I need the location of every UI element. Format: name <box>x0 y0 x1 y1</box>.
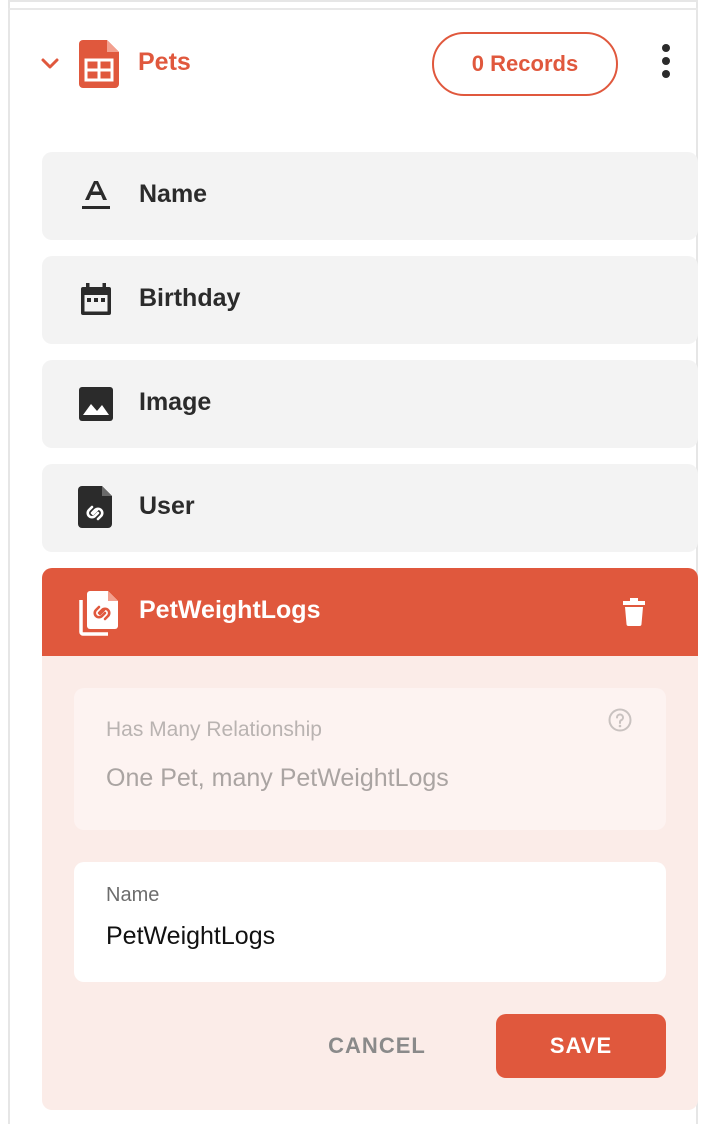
chevron-down-icon[interactable] <box>40 54 60 74</box>
field-item-user[interactable]: User <box>42 464 698 552</box>
divider <box>8 8 698 10</box>
field-editor-header[interactable]: PetWeightLogs <box>42 568 698 656</box>
image-icon <box>79 387 113 421</box>
records-count-button[interactable]: 0 Records <box>432 32 618 96</box>
name-field-label: Name <box>106 884 160 906</box>
field-label: Image <box>139 388 212 416</box>
field-label: PetWeightLogs <box>139 596 321 624</box>
trash-icon[interactable] <box>622 598 646 626</box>
relationship-value: One Pet, many PetWeightLogs <box>106 764 449 792</box>
help-icon[interactable] <box>608 708 632 732</box>
table-title: Pets <box>138 48 191 76</box>
field-item-name[interactable]: Name <box>42 152 698 240</box>
field-label: User <box>139 492 195 520</box>
field-item-image[interactable]: Image <box>42 360 698 448</box>
calendar-icon <box>81 283 111 315</box>
field-item-birthday[interactable]: Birthday <box>42 256 698 344</box>
relationship-type-field: Has Many Relationship One Pet, many PetW… <box>74 688 666 830</box>
name-field[interactable]: Name PetWeightLogs <box>74 862 666 982</box>
table-icon <box>79 40 119 88</box>
field-label: Birthday <box>139 284 241 312</box>
cancel-button[interactable]: CANCEL <box>312 1014 442 1078</box>
text-icon <box>82 181 110 209</box>
save-button[interactable]: SAVE <box>496 1014 666 1078</box>
name-field-value[interactable]: PetWeightLogs <box>106 922 275 951</box>
kebab-icon[interactable] <box>656 44 676 84</box>
relationship-label: Has Many Relationship <box>106 718 322 741</box>
table-header: Pets 0 Records <box>0 24 702 106</box>
link-files-icon <box>79 591 118 636</box>
field-label: Name <box>139 180 208 208</box>
field-item-petweightlogs: PetWeightLogs Has Many Relationship One … <box>42 568 698 1110</box>
link-file-icon <box>78 486 112 528</box>
